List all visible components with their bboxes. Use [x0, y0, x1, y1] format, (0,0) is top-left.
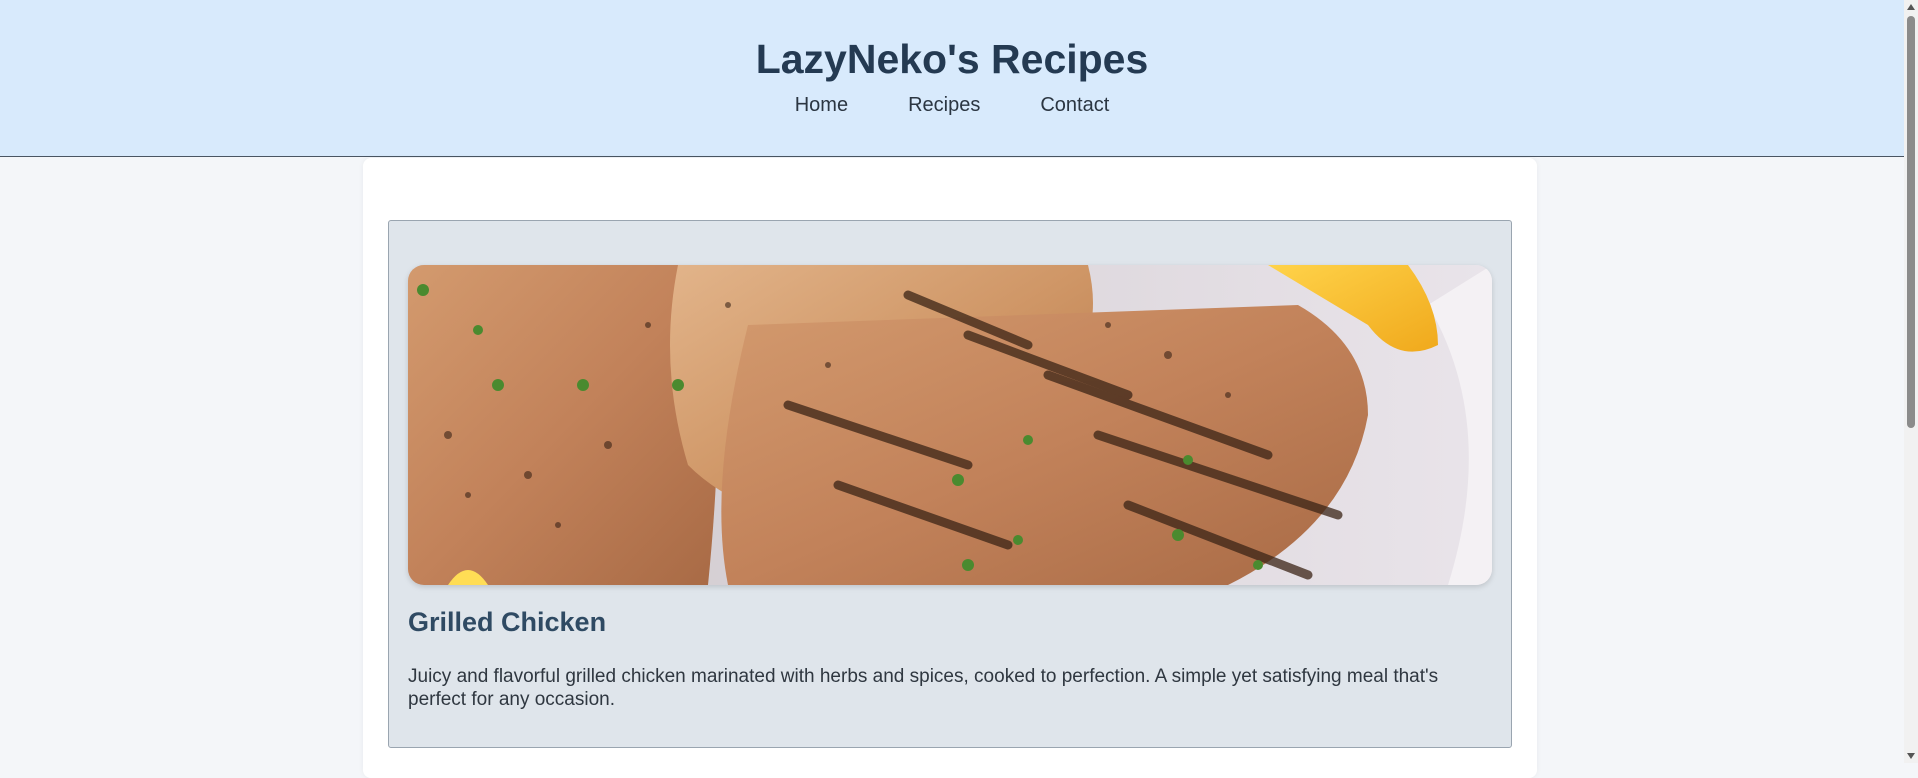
recipe-description: Juicy and flavorful grilled chicken mari… — [408, 666, 1439, 710]
main-nav: Home Recipes Contact — [0, 94, 1904, 117]
scroll-up-arrow-icon[interactable] — [1907, 4, 1915, 10]
nav-link-home[interactable]: Home — [795, 94, 848, 117]
nav-link-contact[interactable]: Contact — [1040, 94, 1109, 117]
scroll-down-arrow-icon[interactable] — [1907, 753, 1915, 759]
recipe-title[interactable]: Grilled Chicken — [408, 607, 606, 638]
vertical-scrollbar[interactable] — [1904, 0, 1918, 763]
content-panel: Grilled Chicken Juicy and flavorful gril… — [363, 158, 1537, 778]
grilled-chicken-photo — [408, 265, 1492, 585]
site-title: LazyNeko's Recipes — [755, 36, 1149, 82]
recipe-image[interactable] — [408, 265, 1492, 585]
site-header: LazyNeko's Recipes Home Recipes Contact — [0, 0, 1904, 157]
nav-link-recipes[interactable]: Recipes — [908, 94, 980, 117]
scroll-thumb[interactable] — [1907, 16, 1915, 428]
recipe-card[interactable]: Grilled Chicken Juicy and flavorful gril… — [388, 220, 1512, 748]
